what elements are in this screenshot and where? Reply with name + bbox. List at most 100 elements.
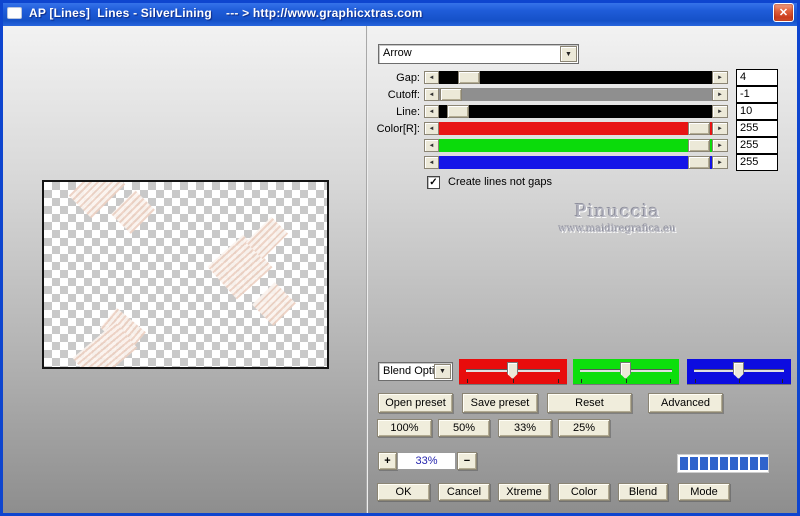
progress-bar	[677, 454, 769, 473]
slider-row-cutoff: Cutoff: ◄ ► -1	[0, 86, 800, 103]
chevron-down-icon: ▼	[439, 368, 446, 375]
open-preset-button[interactable]: Open preset	[378, 393, 453, 413]
red-channel-thumb[interactable]	[507, 362, 518, 379]
blend-channel-red-slider[interactable]	[459, 359, 567, 384]
create-lines-checkbox[interactable]: ✓	[427, 175, 440, 189]
preview-shape	[252, 282, 296, 326]
slider-right-arrow-button[interactable]: ►	[712, 88, 728, 101]
blend-channel-blue-slider[interactable]	[687, 359, 791, 384]
cutoff-slider-track[interactable]	[439, 88, 712, 101]
channel-tick	[739, 379, 740, 383]
slider-label: Cutoff:	[387, 89, 420, 101]
slider-right-arrow-button[interactable]: ►	[712, 105, 728, 118]
line-slider-thumb[interactable]	[447, 105, 469, 118]
slider-row-color-g: ◄ ► 255	[0, 137, 800, 154]
arrow-right-icon: ►	[717, 74, 723, 81]
slider-right-arrow-button[interactable]: ►	[712, 71, 728, 84]
color-g-value-field[interactable]: 255	[736, 137, 778, 154]
gap-value-field[interactable]: 4	[736, 69, 778, 86]
arrow-left-icon: ◄	[428, 142, 435, 149]
color-b-value-field[interactable]: 255	[736, 154, 778, 171]
color-b-slider-thumb[interactable]	[688, 156, 710, 169]
arrow-left-icon: ◄	[428, 91, 435, 98]
slider-left-arrow-button[interactable]: ◄	[424, 105, 439, 118]
watermark-name: Pinuccia	[574, 201, 661, 222]
arrow-right-icon: ►	[717, 91, 723, 98]
channel-tick	[581, 379, 582, 383]
ok-button[interactable]: OK	[377, 483, 430, 501]
gap-slider-track[interactable]	[439, 71, 712, 84]
color-r-slider-thumb[interactable]	[688, 122, 710, 135]
cancel-button[interactable]: Cancel	[438, 483, 490, 501]
slider-label: Color[R]:	[376, 123, 420, 135]
slider-right-arrow-button[interactable]: ►	[712, 139, 728, 152]
blend-options-value: Blend Opti	[383, 365, 435, 377]
chevron-down-icon: ▼	[565, 50, 572, 58]
reset-button[interactable]: Reset	[547, 393, 632, 413]
blue-channel-thumb[interactable]	[733, 362, 744, 379]
green-channel-thumb[interactable]	[620, 362, 631, 379]
watermark: Pinuccia www.maidiregrafica.eu	[520, 201, 715, 235]
progress-segment	[700, 457, 708, 470]
zoom-33-button[interactable]: 33%	[498, 419, 552, 437]
minus-icon: −	[463, 455, 471, 467]
line-value-field[interactable]: 10	[736, 103, 778, 120]
progress-segment	[730, 457, 738, 470]
zoom-in-button[interactable]: +	[378, 452, 397, 470]
color-b-slider-track[interactable]	[439, 156, 712, 169]
close-button[interactable]: ✕	[773, 3, 794, 22]
blend-button[interactable]: Blend	[618, 483, 668, 501]
slider-left-arrow-button[interactable]: ◄	[424, 139, 439, 152]
zoom-level-display: 33%	[397, 452, 456, 470]
channel-tick	[626, 379, 627, 383]
gap-slider-thumb[interactable]	[458, 71, 480, 84]
color-button[interactable]: Color	[558, 483, 610, 501]
slider-row-color-r: Color[R]: ◄ ► 255	[0, 120, 800, 137]
progress-segment	[680, 457, 688, 470]
zoom-out-button[interactable]: −	[457, 452, 477, 470]
slider-left-arrow-button[interactable]: ◄	[424, 88, 439, 101]
progress-segment	[750, 457, 758, 470]
color-r-value-field[interactable]: 255	[736, 120, 778, 137]
arrow-left-icon: ◄	[428, 74, 435, 81]
cutoff-slider-thumb[interactable]	[440, 88, 462, 101]
app-icon[interactable]	[7, 7, 22, 19]
slider-left-arrow-button[interactable]: ◄	[424, 122, 439, 135]
arrow-right-icon: ►	[717, 125, 723, 132]
zoom-50-button[interactable]: 50%	[438, 419, 490, 437]
xtreme-button[interactable]: Xtreme	[498, 483, 550, 501]
mode-button[interactable]: Mode	[678, 483, 730, 501]
slider-left-arrow-button[interactable]: ◄	[424, 71, 439, 84]
cutoff-value-field[interactable]: -1	[736, 86, 778, 103]
arrow-left-icon: ◄	[428, 159, 435, 166]
channel-tick	[782, 379, 783, 383]
shape-type-select[interactable]: Arrow ▼	[378, 44, 579, 64]
color-g-slider-track[interactable]	[439, 139, 712, 152]
advanced-button[interactable]: Advanced	[648, 393, 723, 413]
plus-icon: +	[384, 455, 391, 467]
slider-right-arrow-button[interactable]: ►	[712, 156, 728, 169]
channel-tick	[558, 379, 559, 383]
color-g-slider-thumb[interactable]	[688, 139, 710, 152]
dropdown-button[interactable]: ▼	[434, 364, 451, 379]
dropdown-button[interactable]: ▼	[560, 46, 577, 62]
plugin-window: AP [Lines] Lines - SilverLining --- > ht…	[0, 0, 800, 516]
blend-options-select[interactable]: Blend Opti ▼	[378, 362, 453, 381]
checkbox-label: Create lines not gaps	[448, 176, 552, 188]
slider-left-arrow-button[interactable]: ◄	[424, 156, 439, 169]
zoom-25-button[interactable]: 25%	[558, 419, 610, 437]
blend-channel-green-slider[interactable]	[573, 359, 679, 384]
watermark-site: www.maidiregrafica.eu	[558, 224, 677, 235]
zoom-100-button[interactable]: 100%	[377, 419, 432, 437]
line-slider-track[interactable]	[439, 105, 712, 118]
slider-right-arrow-button[interactable]: ►	[712, 122, 728, 135]
save-preset-button[interactable]: Save preset	[462, 393, 538, 413]
preview-canvas[interactable]	[42, 180, 329, 369]
progress-segment	[760, 457, 768, 470]
progress-segment	[720, 457, 728, 470]
create-lines-checkbox-row: ✓ Create lines not gaps	[427, 175, 552, 189]
channel-tick	[513, 379, 514, 383]
progress-segment	[690, 457, 698, 470]
color-r-slider-track[interactable]	[439, 122, 712, 135]
titlebar[interactable]: AP [Lines] Lines - SilverLining --- > ht…	[0, 0, 800, 26]
